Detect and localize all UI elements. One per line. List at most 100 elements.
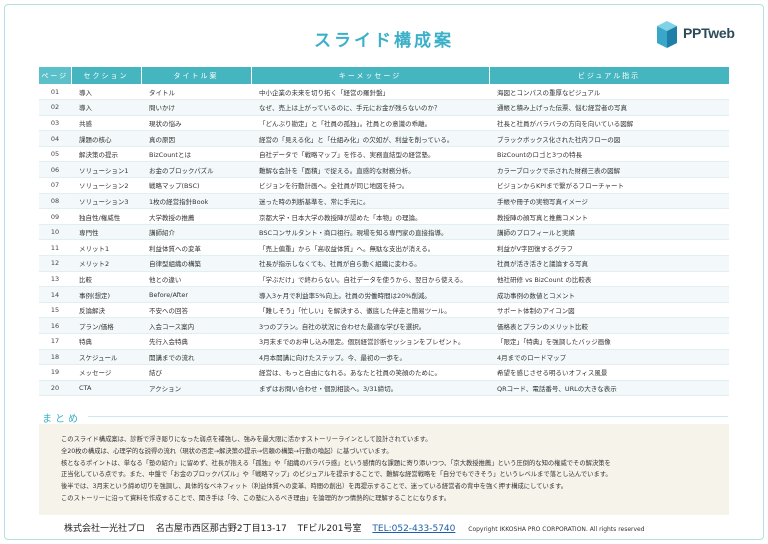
cell-page-number: 20 xyxy=(39,380,71,397)
cell-section: メリット1 xyxy=(71,239,141,257)
table-row: 15 反論解決 不安への回答 「難しそう」「忙しい」を解決する、徹底した伴走と簡易ツー… xyxy=(39,302,729,319)
cell-section: ソリューション1 xyxy=(71,161,141,179)
cell-visual: 教授陣の顔写真と推薦コメント xyxy=(489,208,729,225)
cell-page-number: 11 xyxy=(39,239,71,257)
cell-title: 他との違い xyxy=(141,271,251,288)
cell-visual: 他社研修 vs BizCount の比較表 xyxy=(489,271,729,288)
cell-page-number: 09 xyxy=(39,208,71,225)
table-row: 07 ソリューション2 戦略マップ(BSC) ビジョンを行動計画へ。全社員が同じ地図を… xyxy=(39,177,729,194)
header-section: セクション xyxy=(71,67,142,84)
cell-title: 講師紹介 xyxy=(141,224,251,241)
summary-heading: まとめ xyxy=(42,414,81,425)
table-row: 17 特典 先行入会特典 3月末までのお申し込み限定。個別経営診断セッションをプレゼン… xyxy=(39,333,729,350)
cell-visual: 社長と社員がバラバラの方向を向いている図解 xyxy=(489,115,729,132)
cell-section: メリット2 xyxy=(71,255,141,272)
table-row: 02 導入 問いかけ なぜ、売上は上がっているのに、手元にお金が残らないのか？ 通帳と積… xyxy=(39,99,729,116)
cell-key-message: 3つのプラン。自社の状況に合わせた最適な学びを選択。 xyxy=(251,317,489,334)
cell-key-message: 「どんぶり勘定」と「社員の孤独」。社員との意識の乖離。 xyxy=(251,115,489,132)
header-page: ページ xyxy=(39,67,72,84)
cell-page-number: 17 xyxy=(39,333,71,350)
cell-key-message: 迷った時の判断基準を、常に手元に。 xyxy=(251,193,489,210)
cell-key-message: なぜ、売上は上がっているのに、手元にお金が残らないのか？ xyxy=(251,99,489,116)
cell-page-number: 04 xyxy=(39,130,71,147)
cell-title: 真の原因 xyxy=(141,130,251,147)
cell-page-number: 13 xyxy=(39,271,71,288)
table-row: 11 メリット1 利益体質への変革 「売上偏重」から「高収益体質」へ。無駄な支出が消え… xyxy=(39,239,729,257)
summary-line: 正当化している点です。また、中盤で「お金のブロックパズル」や「戦略マップ」のビジ… xyxy=(61,471,612,479)
cell-key-message: 「学ぶだけ」で終わらない。自社データを使うから、翌日から使える。 xyxy=(251,271,489,288)
cell-title: BizCountとは xyxy=(141,146,251,163)
cell-title: 先行入会特典 xyxy=(141,333,251,350)
header-title: タイトル案 xyxy=(141,67,252,84)
cell-title: タイトル xyxy=(141,84,251,101)
table-row: 09 独自性/権威性 大学教授の推薦 京都大学・日本大学の教授陣が認めた「本物」の理論… xyxy=(39,208,729,225)
summary-line: 核となるポイントは、単なる「塾の紹介」に留めず、社長が抱える「孤独」や「組織のバ… xyxy=(61,459,611,467)
cell-page-number: 01 xyxy=(39,84,71,101)
cell-title: 大学教授の推薦 xyxy=(141,208,251,225)
cell-key-message: 導入3ヶ月で利益率5%向上。社員の労働時間は20%削減。 xyxy=(251,286,489,303)
summary-line: 全20枚の構成は、心理学的な説得の流れ（現状の否定→解決策の提示→信頼の構築→行… xyxy=(61,447,393,455)
footer: 株式会社一光社プロ 名古屋市西区那古野2丁目13-17 TFビル201号室 TE… xyxy=(64,521,744,534)
cell-section: 共感 xyxy=(71,115,141,132)
cell-title: Before/After xyxy=(141,286,251,303)
summary-box: このスライド構成案は、診断で浮き彫りになった弱点を補強し、強みを最大限に活かすス… xyxy=(39,424,729,515)
table-row: 14 事例(想定) Before/After 導入3ヶ月で利益率5%向上。社員の労働時… xyxy=(39,286,729,303)
cell-page-number: 07 xyxy=(39,177,71,194)
cell-key-message: 3月末までのお申し込み限定。個別経営診断セッションをプレゼント。 xyxy=(251,333,489,350)
cell-key-message: まずはお問い合わせ・個別相談へ。3/31締切。 xyxy=(251,380,489,397)
cell-key-message: 経営の「見える化」と「仕組み化」の欠如が、利益を削っている。 xyxy=(251,130,489,147)
cell-section: 特典 xyxy=(71,333,141,350)
phone-link[interactable]: TEL:052-433-5740 xyxy=(372,524,455,534)
cell-visual: 成功事例の数値とコメント xyxy=(489,286,729,303)
cell-page-number: 14 xyxy=(39,286,71,303)
table-row: 16 プラン/価格 入会コース案内 3つのプラン。自社の状況に合わせた最適な学びを選択… xyxy=(39,317,729,334)
cell-section: 事例(想定) xyxy=(71,286,141,303)
company-building: TFビル201号室 xyxy=(297,524,362,534)
cell-visual: 海図とコンパスの重厚なビジュアル xyxy=(489,84,729,101)
cell-section: 導入 xyxy=(71,99,141,116)
cell-visual: サポート体制のアイコン図 xyxy=(489,302,729,319)
cell-section: 解決策の提示 xyxy=(71,146,141,163)
cell-section: ソリューション2 xyxy=(71,177,141,194)
cell-visual: カラーブロックで示された財務三表の図解 xyxy=(489,161,729,179)
table-row: 19 メッセージ 結び 経営は、もっと自由になれる。あなたと社員の笑顔のために。 希望を… xyxy=(39,364,729,381)
cell-page-number: 05 xyxy=(39,146,71,163)
cell-visual: 利益がV字回復するグラフ xyxy=(489,239,729,257)
cell-page-number: 10 xyxy=(39,224,71,241)
cell-page-number: 08 xyxy=(39,193,71,210)
cell-page-number: 12 xyxy=(39,255,71,272)
cell-section: CTA xyxy=(71,380,141,397)
summary-line: このスライド構成案は、診断で浮き彫りになった弱点を補強し、強みを最大限に活かすス… xyxy=(61,436,432,443)
cell-key-message: 自社データで「戦略マップ」を作る、実務直結型の経営塾。 xyxy=(251,146,489,163)
logo: PPTweb xyxy=(655,20,745,50)
cell-title: 結び xyxy=(141,364,251,381)
company-address: 名古屋市西区那古野2丁目13-17 xyxy=(155,524,287,534)
cell-visual: ビジョンからKPIまで繋がるフローチャート xyxy=(489,177,729,194)
summary-divider xyxy=(88,416,728,417)
cell-key-message: 経営は、もっと自由になれる。あなたと社員の笑顔のために。 xyxy=(251,364,489,381)
table-row: 10 専門性 講師紹介 BSCコンサルタント・商口祖行。現場を知る専門家の直接指導。講… xyxy=(39,224,729,241)
cell-page-number: 16 xyxy=(39,317,71,334)
cell-section: 導入 xyxy=(71,84,141,101)
cell-visual: 価格表とプランのメリット比較 xyxy=(489,317,729,334)
cell-page-number: 02 xyxy=(39,99,71,116)
cell-section: 独自性/権威性 xyxy=(71,208,141,225)
cell-title: 自律型組織の構築 xyxy=(141,255,251,272)
table-row: 12 メリット2 自律型組織の構築 社長が指示しなくても、社員が自ら動く組織に変わる。… xyxy=(39,255,729,272)
cell-visual: 希望を感じさせる明るいオフィス風景 xyxy=(489,364,729,381)
company-name: 株式会社一光社プロ xyxy=(64,524,146,534)
cell-visual: 講師のプロフィールと実績 xyxy=(489,224,729,241)
cell-visual: BizCountのロゴと3つの特長 xyxy=(489,146,729,163)
cell-title: お金のブロックパズル xyxy=(141,161,251,179)
table-row: 01 導入 タイトル 中小企業の未来を切り拓く「経営の羅針盤」 海図とコンパスの重厚なビ… xyxy=(39,84,729,101)
cell-section: スケジュール xyxy=(71,349,141,366)
cell-key-message: 「売上偏重」から「高収益体質」へ。無駄な支出が消える。 xyxy=(251,239,489,257)
table-header-row: ページ セクション タイトル案 キーメッセージ ビジュアル指示 xyxy=(39,67,730,84)
logo-wordmark: PPTweb xyxy=(683,25,735,41)
cell-title: 不安への回答 xyxy=(141,302,251,319)
cell-key-message: ビジョンを行動計画へ。全社員が同じ地図を持つ。 xyxy=(251,177,489,194)
table-row: 06 ソリューション1 お金のブロックパズル 難解な会計を「面積」で捉える。直感的な財… xyxy=(39,161,729,179)
page-title: スライド構成案 xyxy=(314,31,454,51)
copyright: Copyright IKKOSHA PRO CORPORATION. All r… xyxy=(468,526,645,533)
cell-key-message: 難解な会計を「面積」で捉える。直感的な財務分析。 xyxy=(251,161,489,179)
